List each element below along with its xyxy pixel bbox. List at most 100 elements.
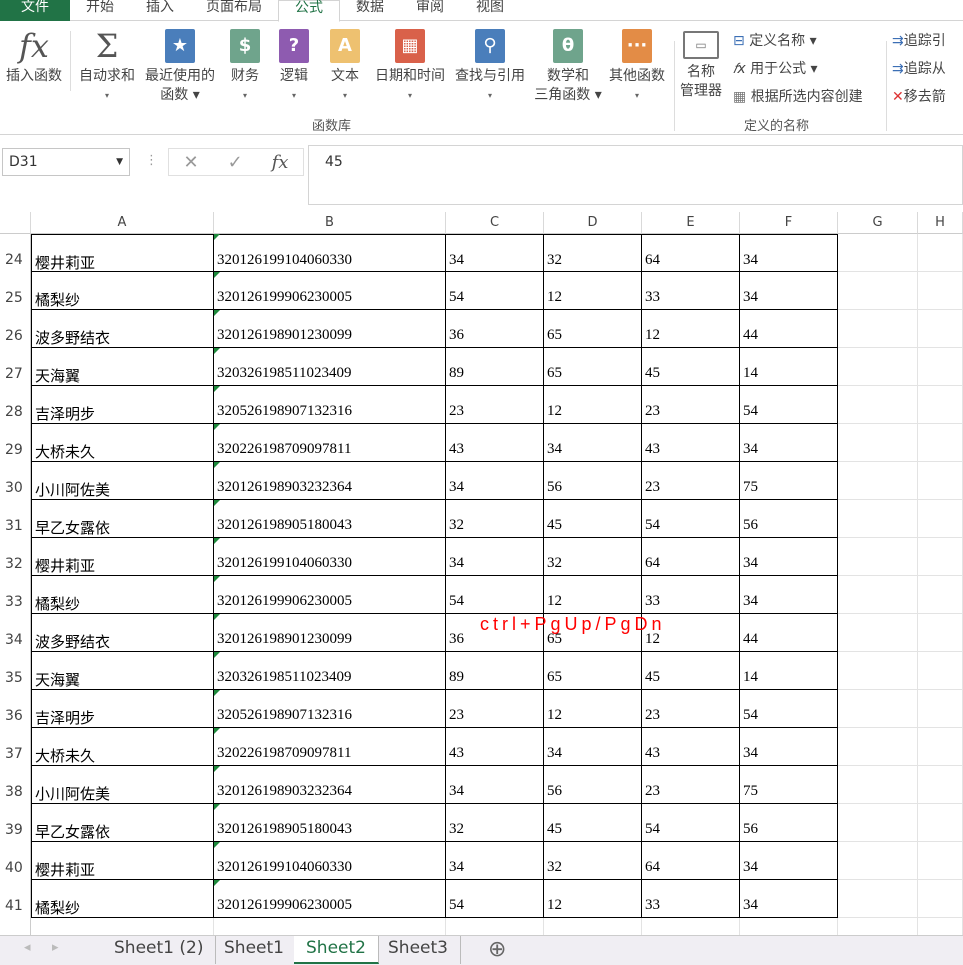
ribbon-button-6[interactable]: ▦ 日期和时间 ▾ (370, 29, 450, 105)
cell-G24[interactable] (838, 234, 918, 272)
tab-2[interactable]: 插入 (130, 0, 190, 21)
cell-C35[interactable]: 89 (446, 652, 544, 690)
cell-D36[interactable]: 12 (544, 690, 642, 728)
cell-F37[interactable]: 34 (740, 728, 838, 766)
remove-arrows-button[interactable]: ✕移去箭 (892, 86, 946, 106)
cell-H27[interactable] (918, 348, 963, 386)
cell-G37[interactable] (838, 728, 918, 766)
create-from-selection-button[interactable]: ▦ 根据所选内容创建 (733, 86, 863, 106)
cell-B39[interactable]: 320126198905180043 (214, 804, 446, 842)
cell-H31[interactable] (918, 500, 963, 538)
cell-D30[interactable]: 56 (544, 462, 642, 500)
cell-E26[interactable]: 12 (642, 310, 740, 348)
cell-H41[interactable] (918, 880, 963, 918)
column-header-A[interactable]: A (31, 212, 214, 234)
cell-E35[interactable]: 45 (642, 652, 740, 690)
cell-H29[interactable] (918, 424, 963, 462)
cell-D31[interactable]: 45 (544, 500, 642, 538)
cell-A26[interactable]: 波多野结衣 (31, 310, 214, 348)
cell-E24[interactable]: 64 (642, 234, 740, 272)
cell-F38[interactable]: 75 (740, 766, 838, 804)
cell-A37[interactable]: 大桥未久 (31, 728, 214, 766)
cell-D32[interactable]: 32 (544, 538, 642, 576)
formula-input[interactable]: 45 (308, 145, 963, 205)
cell-F29[interactable]: 34 (740, 424, 838, 462)
cell-G33[interactable] (838, 576, 918, 614)
cell-C32[interactable]: 34 (446, 538, 544, 576)
cell-G42[interactable] (838, 918, 918, 935)
cell-H24[interactable] (918, 234, 963, 272)
cell-B26[interactable]: 320126198901230099 (214, 310, 446, 348)
cell-C36[interactable]: 23 (446, 690, 544, 728)
cell-E31[interactable]: 54 (642, 500, 740, 538)
enter-icon[interactable]: ✓ (228, 152, 243, 173)
cell-A30[interactable]: 小川阿佐美 (31, 462, 214, 500)
cell-C40[interactable]: 34 (446, 842, 544, 880)
row-header[interactable]: 38 (0, 766, 31, 804)
cell-F26[interactable]: 44 (740, 310, 838, 348)
tab-6[interactable]: 审阅 (400, 0, 460, 21)
cell-B36[interactable]: 320526198907132316 (214, 690, 446, 728)
cell-F34[interactable]: 44 (740, 614, 838, 652)
cell-G28[interactable] (838, 386, 918, 424)
cell-F33[interactable]: 34 (740, 576, 838, 614)
cell-A27[interactable]: 天海翼 (31, 348, 214, 386)
cell-H40[interactable] (918, 842, 963, 880)
cell-E28[interactable]: 23 (642, 386, 740, 424)
cell-A42[interactable] (31, 918, 214, 935)
cell-F32[interactable]: 34 (740, 538, 838, 576)
row-header[interactable]: 42 (0, 918, 31, 935)
cell-D28[interactable]: 12 (544, 386, 642, 424)
cell-G39[interactable] (838, 804, 918, 842)
row-header[interactable]: 39 (0, 804, 31, 842)
cell-F36[interactable]: 54 (740, 690, 838, 728)
cell-D27[interactable]: 65 (544, 348, 642, 386)
cell-F35[interactable]: 14 (740, 652, 838, 690)
cell-B25[interactable]: 320126199906230005 (214, 272, 446, 310)
row-header[interactable]: 24 (0, 234, 31, 272)
tab-5[interactable]: 数据 (340, 0, 400, 21)
cell-F25[interactable]: 34 (740, 272, 838, 310)
cell-E40[interactable]: 64 (642, 842, 740, 880)
cell-A35[interactable]: 天海翼 (31, 652, 214, 690)
cell-A38[interactable]: 小川阿佐美 (31, 766, 214, 804)
column-header-G[interactable]: G (838, 212, 918, 234)
cell-C42[interactable] (446, 918, 544, 935)
cell-F24[interactable]: 34 (740, 234, 838, 272)
cell-F31[interactable]: 56 (740, 500, 838, 538)
trace-precedents-button[interactable]: ⇉追踪引 (892, 30, 946, 50)
row-header[interactable]: 30 (0, 462, 31, 500)
cell-E30[interactable]: 23 (642, 462, 740, 500)
cell-B37[interactable]: 320226198709097811 (214, 728, 446, 766)
column-header-F[interactable]: F (740, 212, 838, 234)
cell-E38[interactable]: 23 (642, 766, 740, 804)
cell-D39[interactable]: 45 (544, 804, 642, 842)
column-header-E[interactable]: E (642, 212, 740, 234)
cell-D38[interactable]: 56 (544, 766, 642, 804)
tab-4[interactable]: 公式 (278, 0, 340, 22)
row-header[interactable]: 32 (0, 538, 31, 576)
cell-D35[interactable]: 65 (544, 652, 642, 690)
cell-G36[interactable] (838, 690, 918, 728)
cell-H33[interactable] (918, 576, 963, 614)
cell-C39[interactable]: 32 (446, 804, 544, 842)
cell-E33[interactable]: 33 (642, 576, 740, 614)
ribbon-button-7[interactable]: ⚲ 查找与引用 ▾ (450, 29, 530, 105)
row-header[interactable]: 34 (0, 614, 31, 652)
cell-D25[interactable]: 12 (544, 272, 642, 310)
cell-F41[interactable]: 34 (740, 880, 838, 918)
sheet-tab-0[interactable]: Sheet1 (2) (102, 936, 217, 964)
row-header[interactable]: 29 (0, 424, 31, 462)
row-header[interactable]: 37 (0, 728, 31, 766)
cell-A28[interactable]: 吉泽明步 (31, 386, 214, 424)
sheet-tab-2[interactable]: Sheet2 (294, 936, 379, 964)
cell-G38[interactable] (838, 766, 918, 804)
tab-7[interactable]: 视图 (460, 0, 520, 21)
tab-0[interactable]: 文件 (0, 0, 70, 21)
cell-A25[interactable]: 橘梨纱 (31, 272, 214, 310)
scroll-right-icon[interactable]: ▸ (52, 940, 59, 955)
ribbon-button-1[interactable]: Σ 自动求和 ▾ (67, 29, 147, 105)
row-header[interactable]: 31 (0, 500, 31, 538)
cell-H32[interactable] (918, 538, 963, 576)
cell-D33[interactable]: 12 (544, 576, 642, 614)
